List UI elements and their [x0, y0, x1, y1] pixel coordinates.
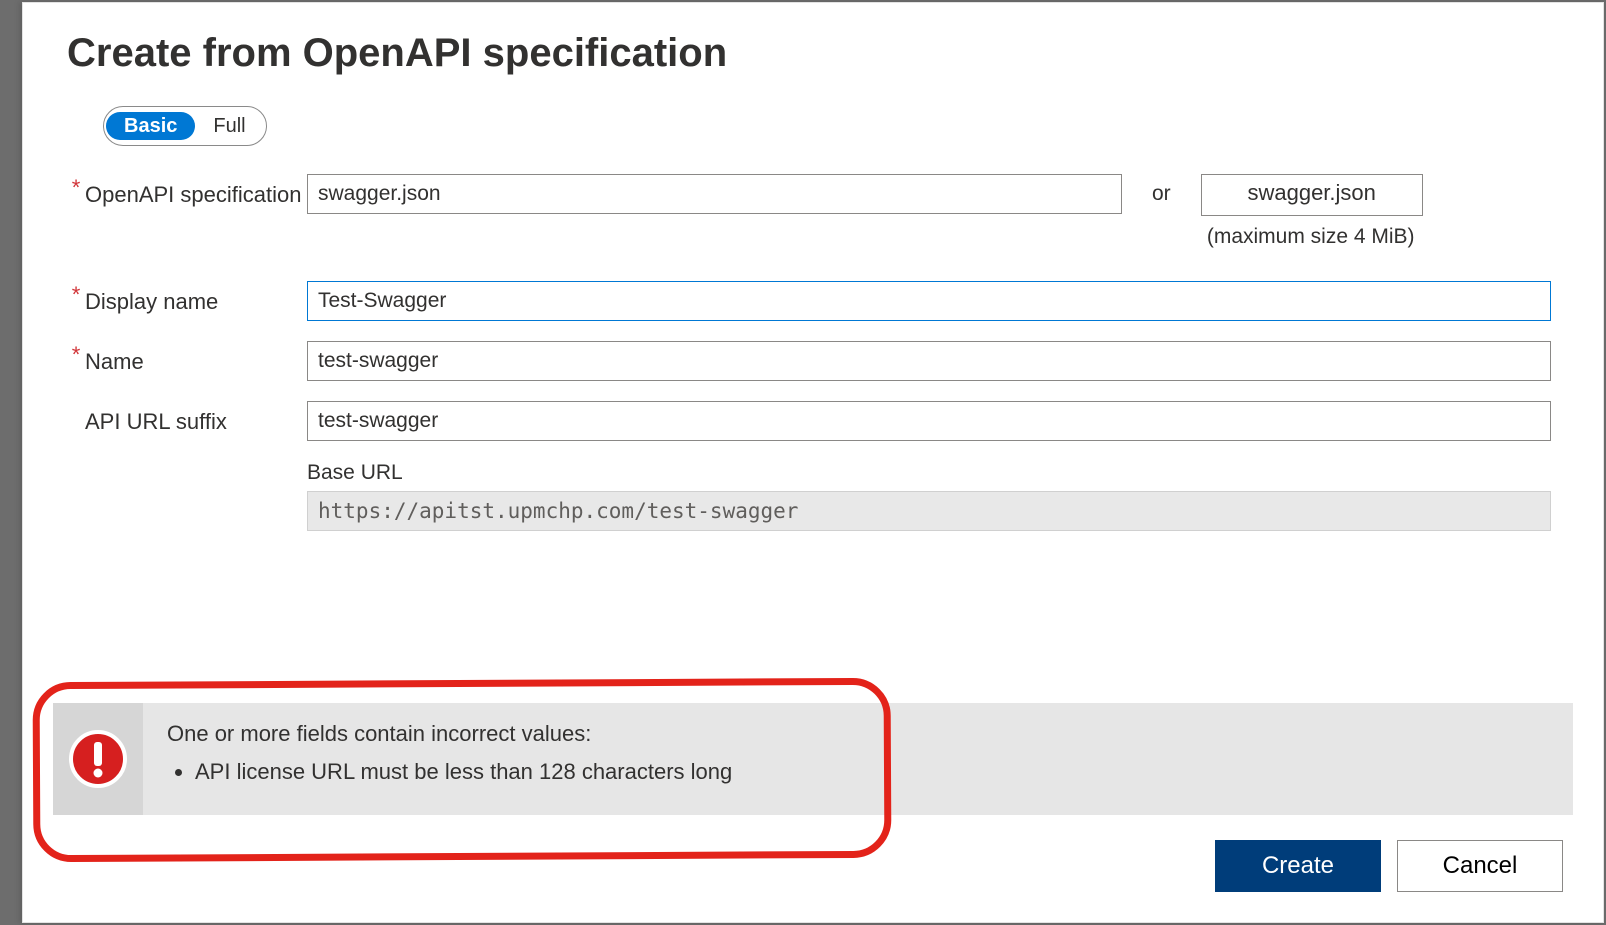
required-marker: *	[67, 281, 85, 309]
row-openapi-spec: * OpenAPI specification or swagger.json …	[67, 174, 1551, 251]
validation-error-banner: One or more fields contain incorrect val…	[53, 703, 1573, 815]
dialog-title: Create from OpenAPI specification	[67, 31, 1551, 76]
suffix-label: API URL suffix	[85, 401, 307, 437]
spec-label: OpenAPI specification	[85, 174, 307, 210]
create-api-blade: Create from OpenAPI specification Basic …	[22, 2, 1604, 923]
dialog-footer: Create Cancel	[1215, 840, 1563, 892]
row-display-name: * Display name	[67, 281, 1551, 321]
mode-basic[interactable]: Basic	[106, 112, 195, 140]
display-name-label: Display name	[85, 281, 307, 317]
spec-url-input[interactable]	[307, 174, 1122, 214]
spec-file-note: (maximum size 4 MiB)	[1201, 222, 1421, 251]
row-base-url: Base URL	[67, 461, 1551, 531]
row-url-suffix: API URL suffix	[67, 401, 1551, 441]
required-marker: *	[67, 174, 85, 202]
name-label: Name	[85, 341, 307, 377]
error-icon	[68, 729, 128, 789]
error-item: API license URL must be less than 128 ch…	[195, 755, 732, 789]
required-marker: *	[67, 341, 85, 369]
mode-toggle: Basic Full	[103, 106, 267, 146]
create-button[interactable]: Create	[1215, 840, 1381, 892]
name-input[interactable]	[307, 341, 1551, 381]
baseurl-label: Base URL	[307, 461, 1551, 485]
error-icon-box	[53, 703, 143, 815]
spec-file-button[interactable]: swagger.json	[1201, 174, 1423, 216]
error-heading: One or more fields contain incorrect val…	[167, 717, 732, 751]
display-name-input[interactable]	[307, 281, 1551, 321]
row-name: * Name	[67, 341, 1551, 381]
cancel-button[interactable]: Cancel	[1397, 840, 1563, 892]
baseurl-readonly	[307, 491, 1551, 531]
spec-or-text: or	[1122, 174, 1201, 206]
suffix-input[interactable]	[307, 401, 1551, 441]
mode-full[interactable]: Full	[195, 112, 263, 140]
